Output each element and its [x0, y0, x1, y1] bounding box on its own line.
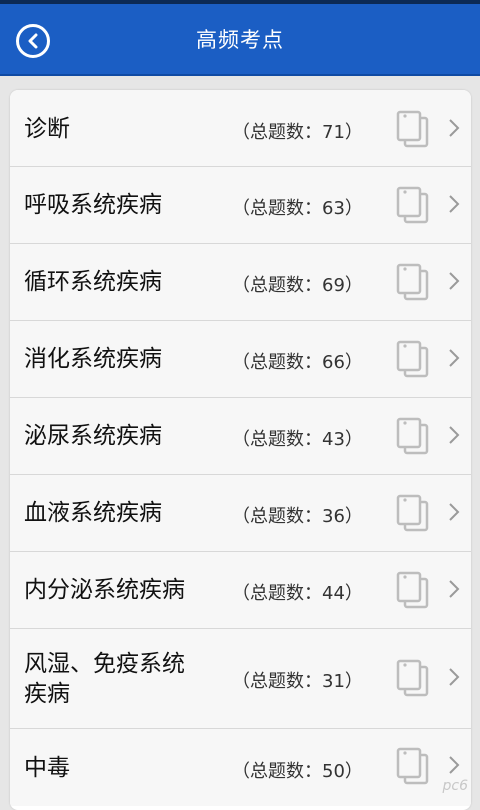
- list-item-digestive[interactable]: 消化系统疾病 （总题数：66）: [10, 321, 471, 398]
- list-item-circulatory[interactable]: 循环系统疾病 （总题数：69）: [10, 244, 471, 321]
- list-item-endocrine[interactable]: 内分泌系统疾病 （总题数：44）: [10, 552, 471, 629]
- document-copy-icon: [395, 747, 433, 789]
- chevron-right-icon: [448, 502, 460, 526]
- item-count: （总题数：66）: [232, 348, 363, 374]
- list-item-urinary[interactable]: 泌尿系统疾病 （总题数：43）: [10, 398, 471, 475]
- document-copy-icon: [395, 186, 433, 228]
- chevron-right-icon: [448, 271, 460, 295]
- list-item-blood[interactable]: 血液系统疾病 （总题数：36）: [10, 475, 471, 552]
- list-item-diagnosis[interactable]: 诊断 （总题数：71）: [10, 90, 471, 167]
- item-name: 中毒: [24, 753, 70, 783]
- item-name: 风湿、免疫系统 疾病: [24, 649, 224, 709]
- app-header: 高频考点: [0, 4, 480, 76]
- watermark: pc6: [443, 778, 469, 794]
- chevron-right-icon: [448, 425, 460, 449]
- item-name: 诊断: [24, 114, 70, 144]
- chevron-right-icon: [448, 194, 460, 218]
- document-copy-icon: [395, 494, 433, 536]
- document-copy-icon: [395, 263, 433, 305]
- back-arrow-icon: [26, 33, 40, 49]
- document-copy-icon: [395, 110, 433, 152]
- item-name: 呼吸系统疾病: [24, 190, 162, 220]
- item-name: 内分泌系统疾病: [24, 575, 185, 605]
- item-count: （总题数：69）: [232, 271, 363, 297]
- chevron-right-icon: [448, 667, 460, 691]
- chevron-right-icon: [448, 579, 460, 603]
- item-count: （总题数：43）: [232, 425, 363, 451]
- back-button[interactable]: [16, 24, 50, 58]
- item-name: 泌尿系统疾病: [24, 421, 162, 451]
- item-name: 消化系统疾病: [24, 344, 162, 374]
- document-copy-icon: [395, 417, 433, 459]
- item-count: （总题数：36）: [232, 502, 363, 528]
- item-name: 循环系统疾病: [24, 267, 162, 297]
- item-count: （总题数：44）: [232, 579, 363, 605]
- page-title: 高频考点: [196, 24, 284, 54]
- item-count: （总题数：50）: [232, 757, 363, 783]
- chevron-right-icon: [448, 755, 460, 779]
- topic-list: 诊断 （总题数：71） 呼吸系统疾病 （总题数：63） 循环系统疾病 （总题数：…: [10, 90, 471, 810]
- item-name: 血液系统疾病: [24, 498, 162, 528]
- list-item-rheumatic-immune[interactable]: 风湿、免疫系统 疾病 （总题数：31）: [10, 629, 471, 729]
- item-count: （总题数：63）: [232, 194, 363, 220]
- document-copy-icon: [395, 571, 433, 613]
- chevron-right-icon: [448, 348, 460, 372]
- document-copy-icon: [395, 340, 433, 382]
- item-count: （总题数：31）: [232, 667, 363, 693]
- list-item-respiratory[interactable]: 呼吸系统疾病 （总题数：63）: [10, 167, 471, 244]
- item-count: （总题数：71）: [232, 118, 363, 144]
- document-copy-icon: [395, 659, 433, 701]
- chevron-right-icon: [448, 118, 460, 142]
- list-item-poisoning[interactable]: 中毒 （总题数：50）: [10, 729, 471, 806]
